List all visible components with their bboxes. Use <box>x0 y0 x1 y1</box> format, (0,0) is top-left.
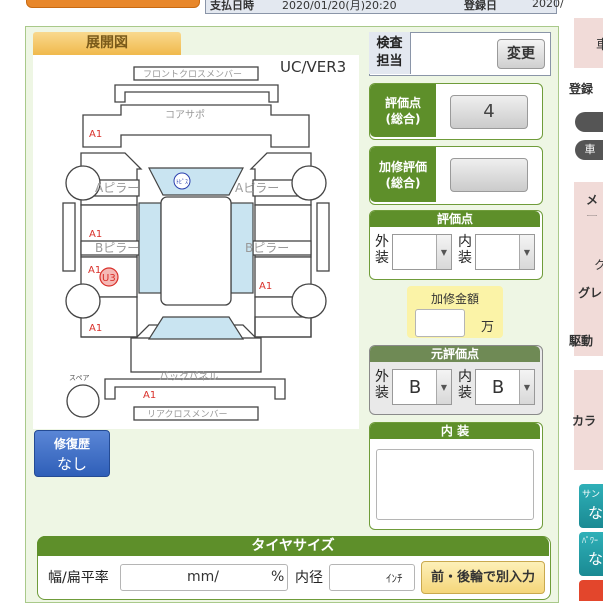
tire-mm-unit: mm/ <box>187 569 219 585</box>
original-interior-label: 内装 <box>458 369 472 401</box>
repair-amount-label: 加修金額 <box>430 292 479 306</box>
interior-textarea[interactable] <box>376 449 534 520</box>
tire-diameter-label: 内径 <box>295 570 323 586</box>
right-rear-wheel[interactable] <box>291 283 327 319</box>
interior-head: 内 装 <box>370 423 540 439</box>
overall-score-label: 評価点(総合) <box>370 84 436 137</box>
left-side-glass-shape[interactable] <box>138 202 162 294</box>
damage-mark[interactable]: A1 <box>259 281 272 292</box>
right-color-band: カラ <box>572 370 603 470</box>
roof-shape[interactable] <box>160 196 232 306</box>
b-pillar-left-label: Bピラー <box>95 241 139 255</box>
chevron-down-icon[interactable]: ▼ <box>519 370 534 404</box>
repair-amount-input[interactable] <box>415 309 465 337</box>
vehicle-diagram: フロントクロスメンバー コアサポ Aピラー Aピラー Bピラー Bピラー バック… <box>33 55 359 429</box>
header-info-bar: 支払日時 2020/01/20(月)20:20 登録日 2020/ <box>205 0 564 14</box>
version-label: UC/VER3 <box>280 58 347 76</box>
registration-date-value: 2020/ <box>532 0 564 10</box>
payment-date-value: 2020/01/20(月)20:20 <box>282 0 397 12</box>
tire-pct-unit: % <box>271 569 285 585</box>
inspection-staff-label: 検査担当 <box>369 32 411 74</box>
original-exterior-label: 外装 <box>375 369 389 401</box>
repair-score-label: 加修評価(総合) <box>370 147 436 202</box>
split-input-button[interactable]: 前・後輪で別入力 <box>421 561 545 594</box>
power-window-button[interactable]: ﾊﾟﾜｰ な <box>579 532 603 576</box>
a-pillar-left-label: Aピラー <box>95 181 139 195</box>
tire-width-label: 幅/扁平率 <box>48 570 109 586</box>
original-interior-select[interactable]: B ▼ <box>475 369 535 405</box>
repair-amount-unit: 万 <box>481 320 495 335</box>
right-pill-button[interactable] <box>575 112 603 132</box>
right-front-wheel[interactable] <box>291 165 327 201</box>
sunroof-button[interactable]: サン な <box>579 484 603 528</box>
right-column: 車 登録 車 メー ク グレ 駆動 カラ サン な ﾊﾟﾜｰ な <box>569 0 603 601</box>
damage-mark[interactable]: A1 <box>89 323 102 334</box>
left-sill-shape[interactable] <box>62 202 76 272</box>
windshield-shape[interactable] <box>148 167 244 196</box>
orange-tab[interactable] <box>26 0 200 8</box>
original-exterior-select[interactable]: B ▼ <box>392 369 452 405</box>
rear-cross-member-label: リアクロスメンバー <box>147 409 228 420</box>
tire-size-head: タイヤサイズ <box>37 536 549 556</box>
score-interior-select[interactable]: ▼ <box>475 234 535 270</box>
spare-tire[interactable] <box>66 384 100 418</box>
score-head: 評価点 <box>370 211 540 227</box>
back-panel-label: バックパネル <box>159 371 219 383</box>
back-panel-outer-shape[interactable] <box>130 337 262 373</box>
car-diagram-svg: フロントクロスメンバー コアサポ Aピラー Aピラー Bピラー Bピラー バック… <box>62 66 330 421</box>
damage-mark[interactable]: U3 <box>102 273 116 284</box>
spare-label: スペア <box>69 374 90 382</box>
right-maker-band: メー <box>574 182 603 224</box>
rear-glass-shape[interactable] <box>147 316 245 340</box>
damage-mark[interactable]: A1 <box>89 129 102 140</box>
change-button[interactable]: 変更 <box>497 39 545 69</box>
tire-inch-unit: ｲﾝﾁ <box>386 572 403 585</box>
score-interior-label: 内装 <box>458 234 472 266</box>
tire-width-input[interactable]: mm/ % <box>120 564 288 591</box>
front-bumper-shape[interactable] <box>114 84 279 103</box>
damage-mark[interactable]: A1 <box>143 390 156 401</box>
right-band: 車 <box>574 18 603 68</box>
b-pillar-right-label: Bピラー <box>245 241 289 255</box>
right-reg-label: 登録 <box>569 82 594 96</box>
damage-mark[interactable]: A1 <box>88 265 101 276</box>
payment-date-label: 支払日時 <box>210 0 254 12</box>
core-support-label: コアサポ <box>165 109 205 121</box>
repair-history-button[interactable]: 修復歴 なし <box>34 430 110 477</box>
registration-date-label: 登録日 <box>464 0 497 12</box>
tire-diameter-input[interactable]: ｲﾝﾁ <box>329 564 415 591</box>
repair-score-value[interactable] <box>450 158 528 192</box>
right-sill-shape[interactable] <box>316 202 330 272</box>
chevron-down-icon[interactable]: ▼ <box>436 235 451 269</box>
overall-score-value[interactable]: 4 <box>450 95 528 129</box>
roof-marker-label: ﾄﾋﾟｽ <box>176 179 188 186</box>
damage-mark[interactable]: A1 <box>89 229 102 240</box>
original-score-head: 元評価点 <box>370 346 540 362</box>
right-car-button[interactable]: 車 <box>575 140 603 160</box>
right-detail-band: ク グレ 駆動 <box>569 216 603 356</box>
chevron-down-icon[interactable]: ▼ <box>436 370 451 404</box>
diagram-tab[interactable]: 展開図 <box>33 32 181 55</box>
chevron-down-icon[interactable]: ▼ <box>519 235 534 269</box>
front-cross-member-label: フロントクロスメンバー <box>143 69 242 80</box>
score-exterior-select[interactable]: ▼ <box>392 234 452 270</box>
a-pillar-right-label: Aピラー <box>235 181 279 195</box>
score-exterior-label: 外装 <box>375 234 389 266</box>
right-red-button[interactable] <box>579 580 603 601</box>
left-rear-wheel[interactable] <box>65 283 101 319</box>
